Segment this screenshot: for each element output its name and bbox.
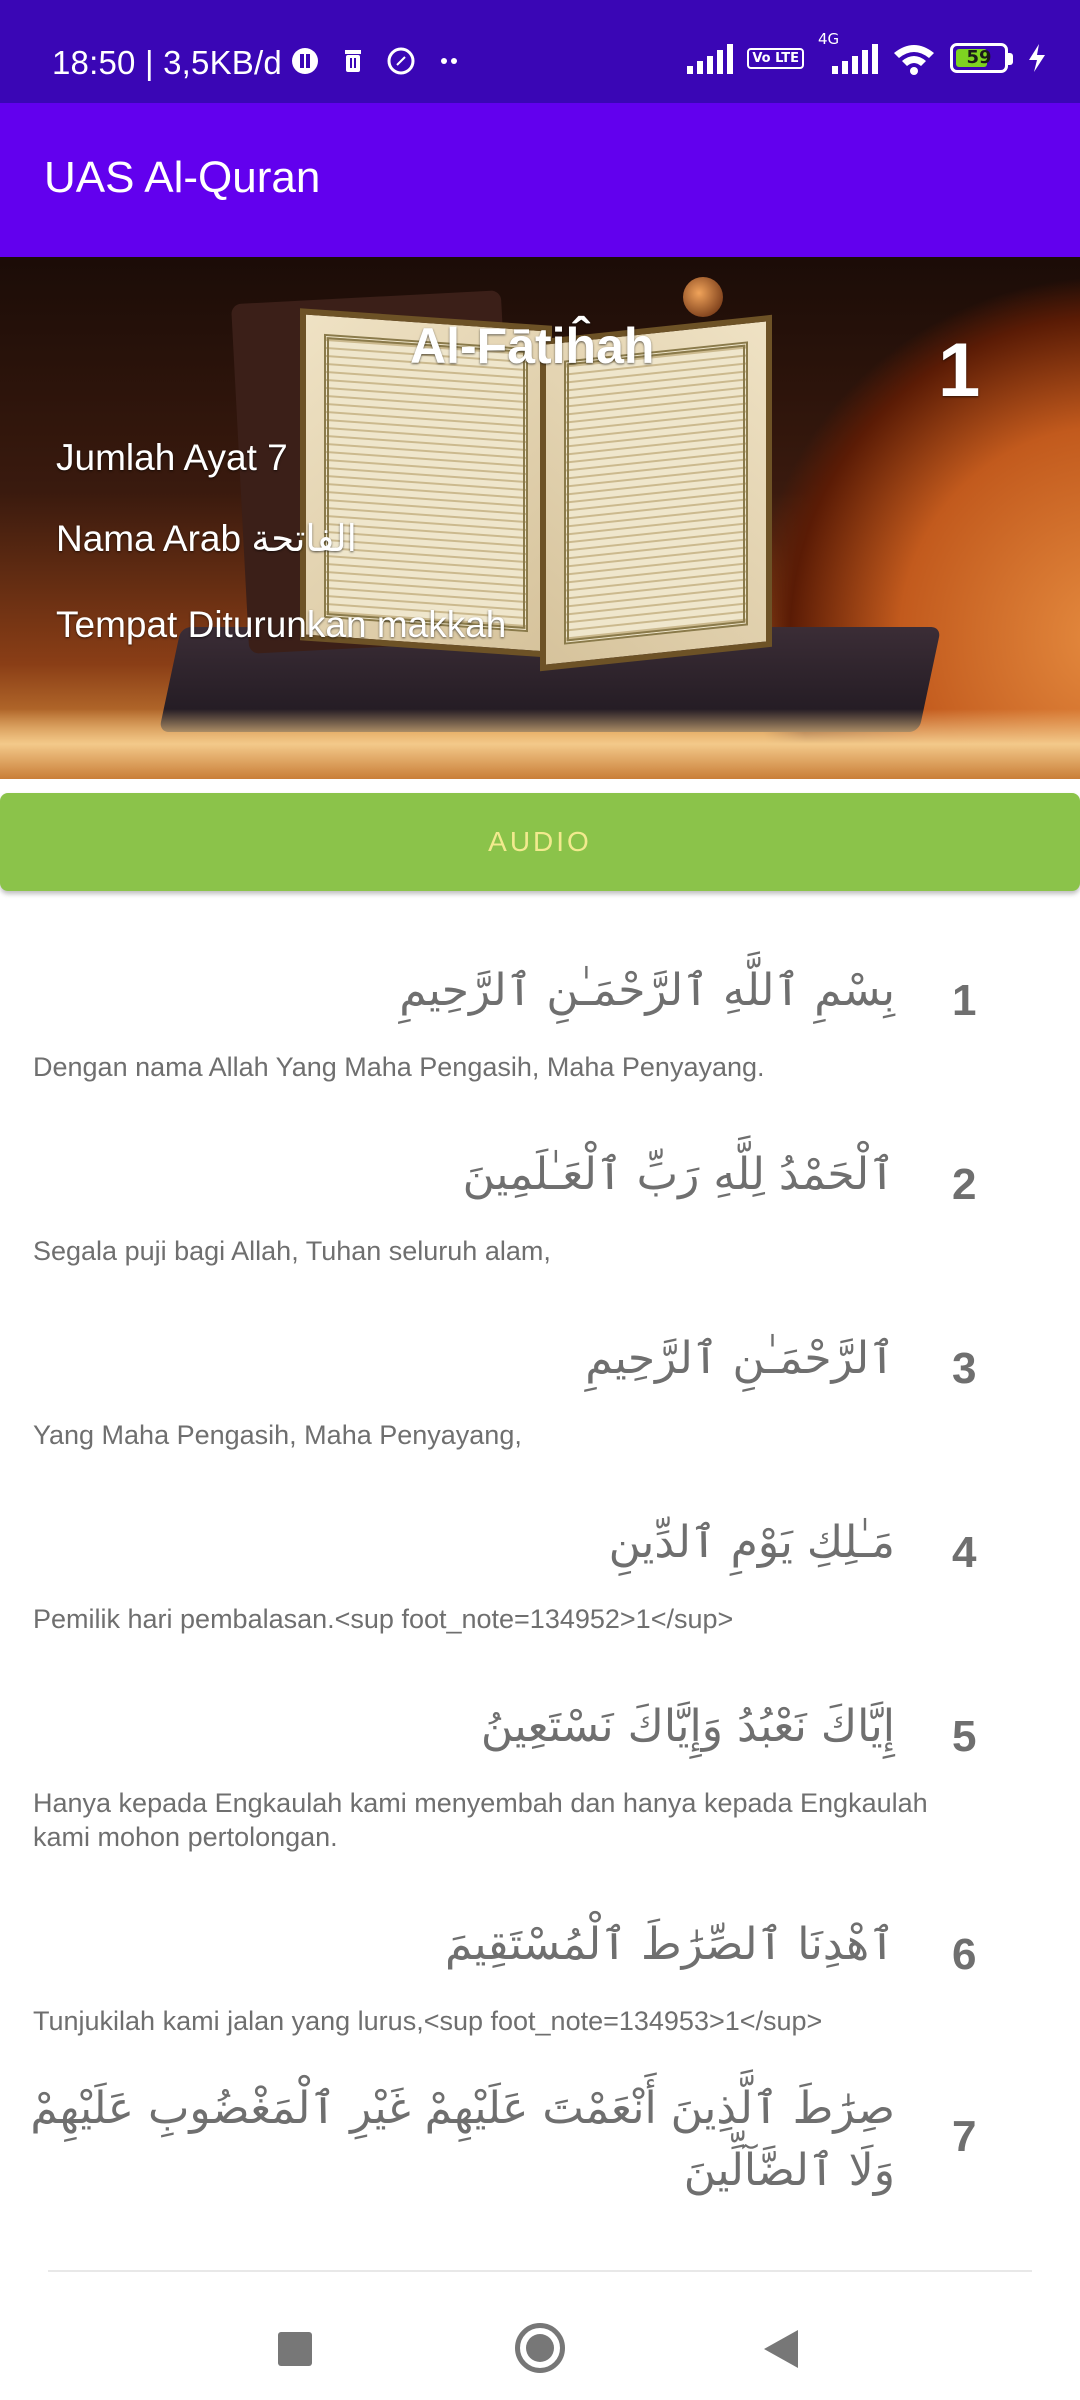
ayat-translation: Yang Maha Pengasih, Maha Penyayang, — [33, 1420, 522, 1450]
ayat-translation: Tunjukilah kami jalan yang lurus,<sup fo… — [33, 2006, 823, 2036]
signal-icon — [687, 42, 734, 74]
recents-square-icon[interactable] — [278, 2332, 312, 2366]
ayat-arabic: صِرَٰطَ ٱلَّذِينَ أَنْعَمْتَ عَلَيْهِمْ … — [30, 2083, 895, 2196]
ayat-arabic: بِسْمِ ٱللَّهِ ٱلرَّحْمَـٰنِ ٱلرَّحِيمِ — [399, 965, 895, 1016]
nav-divider — [48, 2270, 1032, 2272]
app-bar: UAS Al-Quran — [0, 103, 1080, 257]
system-nav-bar — [0, 2270, 1080, 2400]
ayat-arabic: مَـٰلِكِ يَوْمِ ٱلدِّينِ — [608, 1517, 895, 1568]
surah-header-card: Al-Fātiĥah 1 Jumlah Ayat 7 Nama Arab الف… — [0, 257, 1080, 779]
background-moon — [683, 277, 723, 317]
status-time: 18:50 | 3,5KB/d — [52, 44, 282, 81]
signal-4g-icon: 4G — [818, 30, 878, 74]
status-bar: 18:50 | 3,5KB/d Vo LTE 4G 59 — [0, 0, 1080, 103]
ayat-number: 3 — [952, 1344, 977, 1393]
audio-button[interactable]: AUDIO — [0, 793, 1080, 891]
surah-name: Al-Fātiĥah — [410, 318, 655, 374]
surah-revelation-place: Tempat Diturunkan makkah — [56, 604, 507, 645]
ayat-arabic: ٱلرَّحْمَـٰنِ ٱلرَّحِيمِ — [585, 1333, 895, 1384]
ayat-number: 5 — [952, 1712, 977, 1761]
compass-icon — [386, 46, 416, 76]
ayat-number: 6 — [952, 1930, 977, 1979]
ayat-translation: Pemilik hari pembalasan.<sup foot_note=1… — [33, 1604, 734, 1634]
ayat-number: 7 — [952, 2112, 977, 2161]
network-type-label: 4G — [818, 30, 840, 48]
ayat-number: 4 — [952, 1528, 977, 1577]
battery-icon: 59 — [950, 43, 1013, 73]
surah-arabic-name: Nama Arab الفاتحة — [56, 518, 357, 559]
trash-icon — [338, 46, 368, 76]
volte-badge: Vo LTE — [747, 47, 804, 69]
charging-bolt-icon — [1022, 43, 1052, 73]
ayat-number: 2 — [952, 1160, 977, 1209]
more-dots-icon — [434, 46, 464, 76]
status-system-icons: Vo LTE 4G 59 — [687, 30, 1052, 75]
ayat-arabic: ٱلْحَمْدُ لِلَّهِ رَبِّ ٱلْعَـٰلَمِينَ — [462, 1149, 895, 1200]
ayat-arabic: ٱهْدِنَا ٱلصِّرَٰطَ ٱلْمُسْتَقِيمَ — [445, 1919, 895, 1970]
app-title: UAS Al-Quran — [44, 153, 321, 202]
pause-circle-icon — [290, 46, 320, 76]
ayat-translation: Dengan nama Allah Yang Maha Pengasih, Ma… — [33, 1052, 765, 1082]
battery-level: 59 — [966, 47, 992, 68]
back-triangle-icon[interactable] — [764, 2330, 798, 2368]
ayat-number: 1 — [952, 976, 977, 1025]
status-notification-icons — [290, 46, 464, 76]
background-horizon — [0, 709, 1080, 779]
ayat-arabic: إِيَّاكَ نَعْبُدُ وَإِيَّاكَ نَسْتَعِينُ — [480, 1701, 895, 1752]
surah-number: 1 — [938, 328, 981, 413]
ayat-translation: Hanya kepada Engkaulah kami menyembah da… — [33, 1788, 928, 1852]
wifi-icon — [892, 43, 936, 75]
home-circle-icon[interactable] — [515, 2323, 565, 2373]
ayat-translation: Segala puji bagi Allah, Tuhan seluruh al… — [33, 1236, 551, 1266]
surah-ayat-count: Jumlah Ayat 7 — [56, 437, 288, 478]
